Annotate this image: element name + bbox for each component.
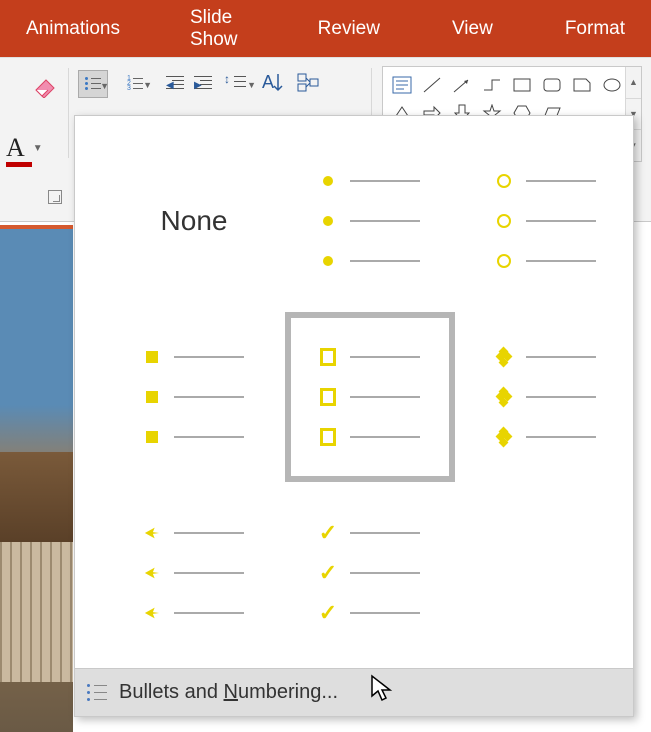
shape-oval[interactable] — [597, 71, 627, 99]
svg-text:A: A — [262, 72, 274, 92]
font-color-letter: A — [6, 133, 25, 163]
shape-snip-rect[interactable] — [567, 71, 597, 99]
scroll-up-icon[interactable]: ▲ — [626, 67, 641, 99]
decrease-indent-button[interactable]: ◀ — [162, 70, 188, 96]
clear-formatting-button[interactable] — [28, 72, 62, 102]
tab-format[interactable]: Format — [539, 0, 651, 57]
shape-textbox[interactable] — [387, 71, 417, 99]
check-icon: ✓ — [320, 525, 336, 541]
line-spacing-icon: ↕ — [224, 72, 230, 86]
ribbon-tabs: Animations Slide Show Review View Format — [0, 0, 651, 57]
menu-item-label: Bullets and Numbering... — [119, 681, 338, 704]
bullet-options-grid: None — [75, 116, 633, 668]
indent-icon: ▶ — [194, 76, 212, 90]
bullets-icon — [85, 77, 101, 91]
tab-slide-show[interactable]: Slide Show — [164, 0, 280, 57]
tab-review[interactable]: Review — [292, 0, 406, 57]
outdent-icon: ◀ — [166, 76, 184, 90]
text-direction-button[interactable]: A — [260, 70, 292, 100]
chevron-down-icon[interactable]: ▼ — [100, 81, 109, 91]
bullets-numbering-icon — [87, 684, 107, 702]
bullets-and-numbering-menu-item[interactable]: Bullets and Numbering... — [75, 668, 633, 716]
bullet-option-four-diamonds[interactable] — [461, 312, 631, 482]
shape-rect[interactable] — [507, 71, 537, 99]
chevron-down-icon[interactable]: ▼ — [143, 80, 152, 90]
shape-rounded-rect[interactable] — [537, 71, 567, 99]
convert-smartart-button[interactable] — [296, 70, 328, 100]
paragraph-group: ▼ 1 2 3 ▼ ◀ ▶ ↕ ▼ — [78, 70, 328, 100]
text-direction-icon: A — [260, 70, 288, 96]
slide-thumbnail — [0, 225, 73, 732]
bullet-option-hollow-square[interactable] — [285, 312, 455, 482]
numbering-button[interactable]: 1 2 3 ▼ — [120, 70, 150, 98]
tab-view[interactable]: View — [426, 0, 519, 57]
bullet-option-checkmark[interactable]: ✓ ✓ ✓ — [285, 488, 455, 658]
bullet-option-empty — [461, 488, 631, 658]
bullets-dropdown-menu: None — [74, 115, 634, 717]
font-dialog-launcher[interactable] — [48, 190, 62, 204]
group-separator — [68, 68, 69, 158]
check-icon: ✓ — [320, 605, 336, 621]
shape-elbow[interactable] — [477, 71, 507, 99]
line-spacing-button[interactable]: ↕ ▼ — [222, 70, 252, 98]
font-color-button[interactable]: A ▼ — [6, 133, 43, 163]
tab-animations[interactable]: Animations — [0, 0, 146, 57]
chevron-down-icon[interactable]: ▼ — [33, 143, 43, 154]
smartart-icon — [296, 70, 324, 96]
bullet-option-arrow[interactable] — [109, 488, 279, 658]
chevron-down-icon[interactable]: ▼ — [247, 80, 256, 90]
bullet-option-none[interactable]: None — [109, 136, 279, 306]
increase-indent-button[interactable]: ▶ — [190, 70, 216, 96]
bullet-option-filled-square[interactable] — [109, 312, 279, 482]
bullet-option-filled-round[interactable] — [285, 136, 455, 306]
numbering-icon: 1 2 3 — [127, 77, 143, 91]
shape-arrow-line[interactable] — [447, 71, 477, 99]
bullets-button[interactable]: ▼ — [78, 70, 108, 98]
shape-line[interactable] — [417, 71, 447, 99]
bullet-option-hollow-round[interactable] — [461, 136, 631, 306]
none-label: None — [161, 205, 228, 237]
lines-icon — [234, 76, 246, 91]
eraser-icon — [32, 76, 58, 98]
font-color-swatch — [6, 162, 32, 167]
check-icon: ✓ — [320, 565, 336, 581]
